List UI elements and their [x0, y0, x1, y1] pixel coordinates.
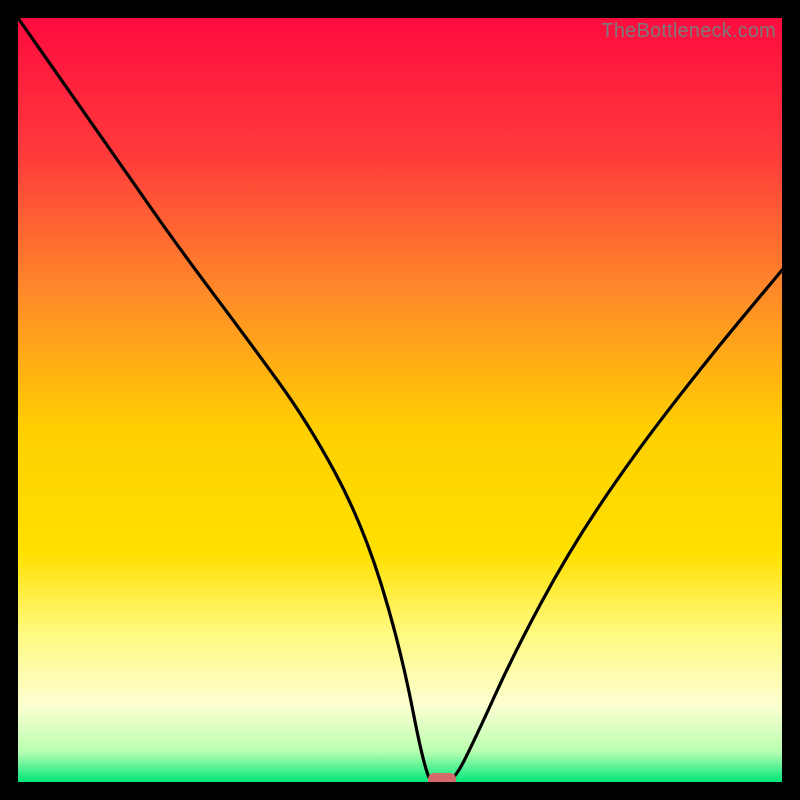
bottleneck-chart [18, 18, 782, 782]
chart-background [18, 18, 782, 782]
optimal-marker [428, 773, 456, 782]
watermark-text: TheBottleneck.com [601, 20, 776, 43]
chart-frame: TheBottleneck.com [18, 18, 782, 782]
